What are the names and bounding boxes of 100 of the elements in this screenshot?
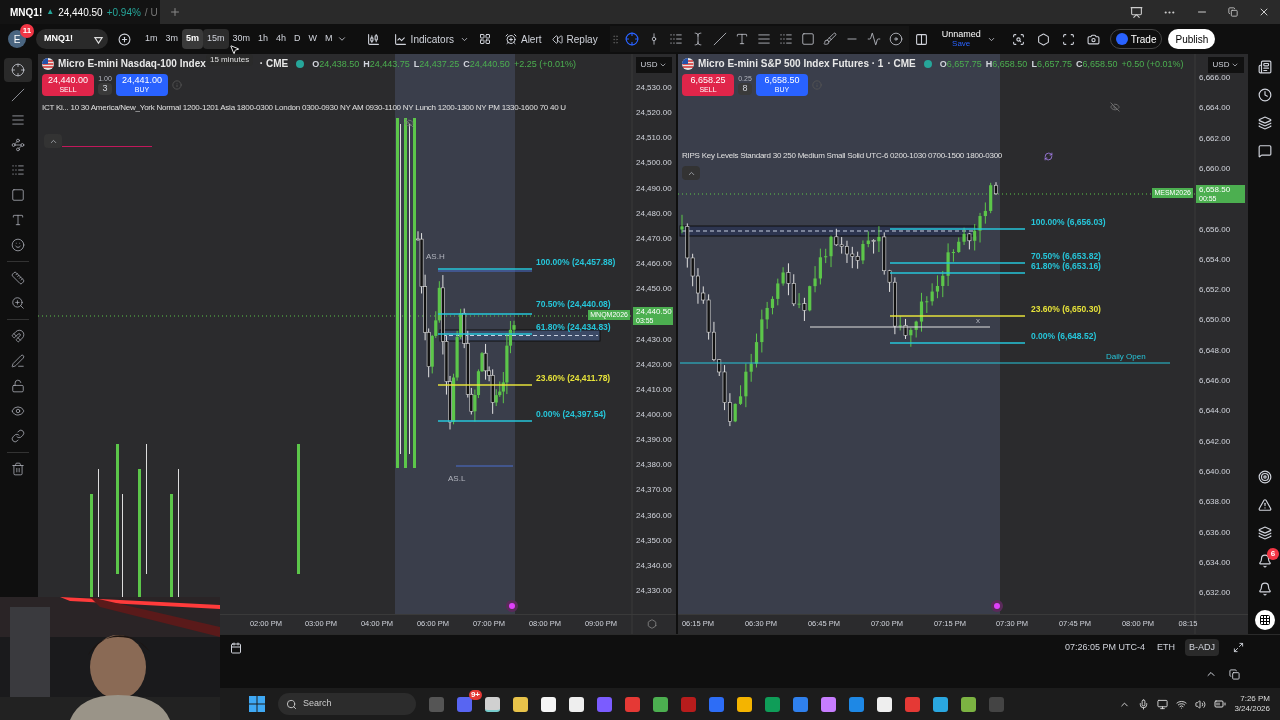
- interval-button[interactable]: 5m: [182, 29, 204, 49]
- interval-button[interactable]: W: [304, 29, 322, 49]
- price-tick: 6,638.00: [1199, 497, 1231, 508]
- price-tick: 24,430.00: [636, 334, 672, 345]
- interval-button[interactable]: 15m: [203, 29, 229, 49]
- adjustment-button[interactable]: B-ADJ: [1185, 638, 1219, 657]
- price-tick: 24,530.00: [636, 83, 672, 93]
- symbol-search-field[interactable]: MNQ1!: [36, 29, 108, 49]
- price-tick: 24,460.00: [636, 259, 672, 270]
- exchange-label: · CME: [259, 57, 289, 71]
- price-tick: 6,650.00: [1199, 315, 1231, 326]
- price-tick: 24,520.00: [636, 108, 672, 119]
- fib-level-label: 23.60% (6,650.30): [1031, 304, 1101, 314]
- chart-annotation: AS.L: [448, 474, 466, 484]
- price-tick: 6,666.00: [1199, 73, 1231, 83]
- price-tick: 6,636.00: [1199, 527, 1231, 538]
- notification-badge: 11: [20, 24, 34, 38]
- price-tick: 24,500.00: [636, 158, 672, 169]
- price-tick: 24,450.00: [636, 284, 672, 295]
- price-tick: 6,634.00: [1199, 557, 1231, 568]
- price-tick: 6,642.00: [1199, 436, 1231, 447]
- tab-title-rest: / U: [144, 5, 158, 20]
- price-tick: 24,470.00: [636, 233, 672, 244]
- ohlc-value: C6,658.50: [1075, 58, 1118, 71]
- tab-symbol: MNQ1!: [10, 5, 43, 20]
- currency-button[interactable]: USD: [1208, 57, 1244, 73]
- trend-arrow: ▲: [46, 6, 55, 18]
- price-tick: 6,664.00: [1199, 103, 1231, 114]
- price-tick: 6,644.00: [1199, 406, 1231, 417]
- interval-button[interactable]: 4h: [272, 29, 291, 49]
- save-link[interactable]: Save: [952, 39, 971, 48]
- fib-level-label: 0.00% (6,648.52): [1031, 331, 1097, 341]
- fib-level-label: 0.00% (24,397.54): [536, 409, 606, 419]
- price-tick: 6,662.00: [1199, 133, 1231, 144]
- indicator-legend: RIPS Key Levels Standard 30 250 Medium Small Solid UTC-6 0200-1030 0700-1500 1800-0300: [682, 151, 1003, 161]
- price-tick: 6,646.00: [1199, 376, 1231, 386]
- ohlc-value: H24,443.75: [363, 58, 410, 71]
- currency-button[interactable]: USD: [636, 57, 672, 73]
- tab-price: 24,440.50: [58, 5, 103, 20]
- fib-level-label: 23.60% (24,411.78): [536, 373, 611, 383]
- fib-level-label: 100.00% (6,656.03): [1031, 217, 1106, 227]
- ohlc-value: O6,657.75: [939, 58, 982, 71]
- price-change: +2.25 (+0.01%): [513, 58, 576, 71]
- price-tick: 6,640.00: [1199, 466, 1231, 477]
- fib-level-label: 100.00% (24,457.88): [536, 257, 616, 267]
- chart-annotation: AS.H: [426, 252, 445, 262]
- chart-title: Micro E-mini Nasdaq-100 Index: [58, 57, 206, 71]
- price-tick: 24,410.00: [636, 384, 672, 395]
- price-tick: 6,660.00: [1199, 163, 1231, 174]
- taskbar-date: 3/24/2026: [1234, 704, 1270, 714]
- interval-button[interactable]: 1h: [254, 29, 273, 49]
- price-tick: 6,648.00: [1199, 345, 1231, 356]
- ohlc-value: O24,438.50: [312, 58, 360, 71]
- price-tick: 6,632.00: [1199, 588, 1231, 599]
- replay-button[interactable]: Replay: [551, 31, 598, 47]
- price-tick: 24,380.00: [636, 460, 672, 471]
- session-label[interactable]: ETH: [1157, 640, 1175, 655]
- interval-button[interactable]: 3m: [161, 29, 183, 49]
- ohlc-value: L24,437.25: [413, 58, 460, 71]
- fib-level-label: 61.80% (6,653.16): [1031, 261, 1101, 271]
- price-tick: 24,400.00: [636, 409, 672, 420]
- quantity-field[interactable]: 8: [738, 83, 752, 95]
- price-tick: 6,654.00: [1199, 254, 1231, 265]
- quantity-field[interactable]: 3: [98, 83, 112, 95]
- interval-button[interactable]: M: [321, 29, 337, 49]
- price-tick: 24,360.00: [636, 510, 672, 521]
- search-field[interactable]: Search: [278, 693, 416, 715]
- exchange-label: · CME: [887, 57, 916, 71]
- chart-annotation: x: [976, 316, 980, 326]
- alert-button[interactable]: Alert: [504, 31, 542, 47]
- taskbar-time: 7:26 PM: [1240, 694, 1270, 704]
- indicator-legend: ICT Ki... 10 30 America/New_York Normal 1200-1201 Asia 1800-0300 London 0300-0930 NY AM 0930-1100 NY Lunch 1200-1300 NY PM 1330-1600 70 40 U: [42, 103, 566, 113]
- publish-button[interactable]: Publish: [1168, 29, 1216, 49]
- price-tick: 24,330.00: [636, 586, 672, 596]
- ohlc-value: H6,658.50: [985, 58, 1028, 71]
- fib-level-label: 70.50% (24,440.08): [536, 299, 611, 309]
- browser-tab[interactable]: MNQ1! ▲ 24,440.50 +0.94% / U: [0, 0, 160, 24]
- ohlc-value: L6,657.75: [1031, 58, 1072, 71]
- interval-button[interactable]: D: [290, 29, 305, 49]
- price-tick: 24,340.00: [636, 560, 672, 571]
- fib-level-label: 61.80% (24,434.83): [536, 322, 611, 332]
- chart-title: Micro E-mini S&P 500 Index Futures · 1: [698, 57, 884, 71]
- price-tick: 24,370.00: [636, 485, 672, 496]
- price-tick: 24,390.00: [636, 435, 672, 446]
- price-tick: 24,490.00: [636, 183, 672, 194]
- price-change: +0.50 (+0.01%): [1121, 58, 1184, 71]
- price-tick: 24,350.00: [636, 535, 672, 546]
- tab-change: +0.94%: [106, 5, 141, 20]
- tooltip: 15 minutes: [206, 54, 254, 66]
- clock-time: 07:26:05 PM UTC-4: [1064, 640, 1145, 654]
- interval-button[interactable]: 30m: [228, 29, 255, 49]
- ohlc-value: C24,440.50: [463, 58, 510, 71]
- price-tick: 24,480.00: [636, 208, 672, 219]
- interval-button[interactable]: 1m: [141, 29, 162, 49]
- price-tick: 24,420.00: [636, 359, 672, 370]
- price-tick: 24,510.00: [636, 133, 672, 144]
- layout-name[interactable]: Unnamed: [941, 30, 981, 39]
- notification-badge: 6: [1267, 548, 1279, 560]
- indicators-button[interactable]: Indicators: [393, 31, 454, 47]
- fib-level-label: 70.50% (6,653.82): [1031, 251, 1101, 261]
